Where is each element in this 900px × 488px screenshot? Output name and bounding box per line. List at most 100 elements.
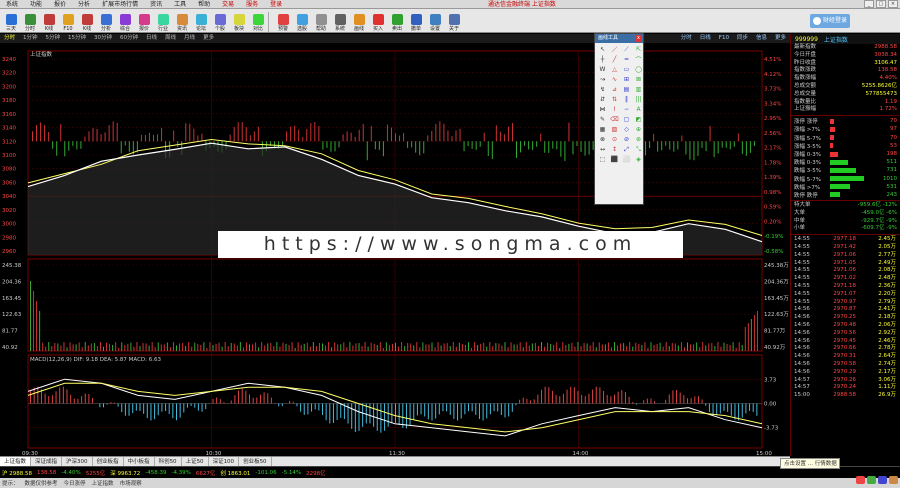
drawing-tool-icon[interactable]: ⬜ bbox=[621, 155, 632, 164]
toolbar-button[interactable]: 个股 bbox=[211, 10, 229, 32]
toolbar-button[interactable]: 对比 bbox=[249, 10, 267, 32]
menu-item-login[interactable]: 登录 bbox=[264, 0, 288, 9]
drawing-tool-icon[interactable]: ▧ bbox=[609, 125, 620, 134]
index-tab[interactable]: 上证指数 bbox=[0, 456, 32, 467]
toolbar-button[interactable]: K线 bbox=[78, 10, 96, 32]
menu-item[interactable]: 分析 bbox=[72, 0, 96, 9]
drawing-tool-icon[interactable]: ⤡ bbox=[633, 145, 644, 154]
drawing-tool-icon[interactable]: ‖ bbox=[621, 95, 632, 104]
toolbar-button[interactable]: 板块 bbox=[230, 10, 248, 32]
trade-toolbar-button[interactable]: 系统 bbox=[331, 10, 349, 32]
index-tab[interactable]: 科创50 bbox=[155, 456, 182, 467]
drawing-tool-icon[interactable]: ◯ bbox=[633, 65, 644, 74]
menu-item[interactable]: 报价 bbox=[48, 0, 72, 9]
drawing-tool-icon[interactable]: ◈ bbox=[633, 155, 644, 164]
drawing-tool-icon[interactable]: ⊙ bbox=[609, 135, 620, 144]
tab-period[interactable]: 1分钟 bbox=[19, 34, 42, 43]
drawing-tool-icon[interactable]: ⊘ bbox=[621, 135, 632, 144]
drawing-tool-icon[interactable]: ↯ bbox=[597, 85, 608, 94]
trade-toolbar-button[interactable]: 选股 bbox=[293, 10, 311, 32]
trade-toolbar-button[interactable]: 卖出 bbox=[388, 10, 406, 32]
drawing-tool-icon[interactable]: ⬚ bbox=[597, 155, 608, 164]
drawing-tool-icon[interactable]: ▦ bbox=[597, 125, 608, 134]
drawing-tool-icon[interactable]: ▥ bbox=[633, 85, 644, 94]
trade-toolbar-button[interactable]: 画线 bbox=[350, 10, 368, 32]
tab-right[interactable]: 同步 bbox=[733, 34, 752, 43]
drawing-tool-icon[interactable]: ═ bbox=[621, 55, 632, 64]
drawing-tool-icon[interactable]: ⬛ bbox=[609, 155, 620, 164]
drawing-tool-icon[interactable]: ⇱ bbox=[633, 45, 644, 54]
tray-icon[interactable] bbox=[856, 476, 865, 484]
drawing-tool-icon[interactable]: ∿ bbox=[609, 75, 620, 84]
toolbar-button[interactable]: 报价 bbox=[135, 10, 153, 32]
menu-item[interactable]: 工具 bbox=[168, 0, 192, 9]
drawing-tool-icon[interactable]: ⇅ bbox=[609, 95, 620, 104]
drawing-tool-icon[interactable]: ⟋ bbox=[621, 45, 632, 54]
login-button[interactable]: 财经登录 bbox=[810, 14, 850, 28]
drawing-tool-icon[interactable]: ⊗ bbox=[597, 135, 608, 144]
tray-icon[interactable] bbox=[889, 476, 898, 484]
drawing-tool-icon[interactable]: ▭ bbox=[621, 65, 632, 74]
palette-titlebar[interactable]: 画线工具 x bbox=[595, 34, 643, 43]
drawing-tool-icon[interactable]: A bbox=[633, 105, 644, 114]
drawing-tool-icon[interactable]: ⊠ bbox=[633, 75, 644, 84]
index-tab[interactable]: 中小板指 bbox=[124, 456, 155, 467]
tab-period[interactable]: 周线 bbox=[161, 34, 180, 43]
toolbar-button[interactable]: 三天 bbox=[2, 10, 20, 32]
index-tab[interactable]: 深证成指 bbox=[31, 456, 63, 467]
drawing-tool-icon[interactable]: ↕ bbox=[609, 145, 620, 154]
drawing-tool-icon[interactable]: ◩ bbox=[633, 115, 644, 124]
toolbar-button[interactable]: K线 bbox=[40, 10, 58, 32]
tray-icon[interactable] bbox=[867, 476, 876, 484]
minimize-icon[interactable]: _ bbox=[864, 0, 874, 8]
index-tab[interactable]: 深证100 bbox=[209, 456, 240, 467]
tab-right[interactable]: 分时 bbox=[677, 34, 696, 43]
drawing-tool-icon[interactable]: ✎ bbox=[597, 115, 608, 124]
menu-item[interactable]: 功能 bbox=[24, 0, 48, 9]
drawing-tool-icon[interactable]: ⌒ bbox=[633, 55, 644, 64]
toolbar-button[interactable]: 分时 bbox=[21, 10, 39, 32]
tab-period[interactable]: 更多 bbox=[199, 34, 218, 43]
drawing-tool-icon[interactable]: ||| bbox=[633, 95, 644, 104]
tab-period[interactable]: 60分钟 bbox=[116, 34, 142, 43]
toolbar-button[interactable]: 资讯 bbox=[173, 10, 191, 32]
drawing-tool-icon[interactable]: ⤢ bbox=[621, 145, 632, 154]
drawing-tool-icon[interactable]: ∽ bbox=[621, 105, 632, 114]
drawing-tool-icon[interactable]: ⌇ bbox=[609, 105, 620, 114]
drawing-tool-icon[interactable]: ⊿ bbox=[609, 85, 620, 94]
tab-period[interactable]: 分时 bbox=[0, 34, 19, 43]
trade-toolbar-button[interactable]: 设置 bbox=[426, 10, 444, 32]
tab-period[interactable]: 月线 bbox=[180, 34, 199, 43]
drawing-tool-icon[interactable]: ⌫ bbox=[609, 115, 620, 124]
tab-period[interactable]: 5分钟 bbox=[42, 34, 65, 43]
drawing-tool-icon[interactable]: ⊕ bbox=[633, 125, 644, 134]
maximize-icon[interactable]: □ bbox=[876, 0, 886, 8]
palette-close-icon[interactable]: x bbox=[635, 35, 642, 42]
drawing-tool-icon[interactable]: ┼ bbox=[597, 55, 608, 64]
menu-item[interactable]: 扩展市场行情 bbox=[96, 0, 144, 9]
tab-period[interactable]: 日线 bbox=[142, 34, 161, 43]
drawing-tool-icon[interactable]: ▤ bbox=[621, 85, 632, 94]
tray-icon[interactable] bbox=[878, 476, 887, 484]
menu-item-trade[interactable]: 交易 bbox=[216, 0, 240, 9]
index-tab[interactable]: 创业板指 bbox=[93, 456, 124, 467]
tick-list[interactable]: 14:55 2977.18 2.45万 14:55 2971.42 2.05万 14:55 2… bbox=[791, 236, 900, 400]
drawing-tool-icon[interactable]: ▢ bbox=[621, 115, 632, 124]
drawing-tool-icon[interactable]: ◇ bbox=[621, 125, 632, 134]
drawing-tool-icon[interactable]: ⇵ bbox=[597, 95, 608, 104]
index-tab[interactable]: 创业板50 bbox=[239, 456, 272, 467]
index-tab[interactable]: 沪深300 bbox=[62, 456, 93, 467]
trade-toolbar-button[interactable]: 帮助 bbox=[312, 10, 330, 32]
drawing-tool-icon[interactable]: ╱ bbox=[609, 55, 620, 64]
drawing-tool-icon[interactable]: △ bbox=[609, 65, 620, 74]
menu-item-service[interactable]: 服务 bbox=[240, 0, 264, 9]
drawing-tools-palette[interactable]: 画线工具 x ↖ ／ ⟋ ⇱ ┼ ╱ ═ ⌒ W △ ▭ ◯ ↝ ∿ ⊞ ⊠ ↯ ⊿ ▤ ▥ ⇵ ⇅ ‖ ||| ⋈ ⌇ ∽ A ✎ ⌫ ▢ ◩… bbox=[594, 33, 644, 205]
toolbar-button[interactable]: 分析 bbox=[97, 10, 115, 32]
drawing-tool-icon[interactable]: ⋈ bbox=[597, 105, 608, 114]
drawing-tool-icon[interactable]: ↖ bbox=[597, 45, 608, 54]
tab-right[interactable]: 日线 bbox=[696, 34, 715, 43]
drawing-tool-icon[interactable]: W bbox=[597, 65, 608, 74]
index-tab[interactable]: 上证50 bbox=[182, 456, 209, 467]
tab-period[interactable]: 30分钟 bbox=[90, 34, 116, 43]
drawing-tool-icon[interactable]: ↝ bbox=[597, 75, 608, 84]
